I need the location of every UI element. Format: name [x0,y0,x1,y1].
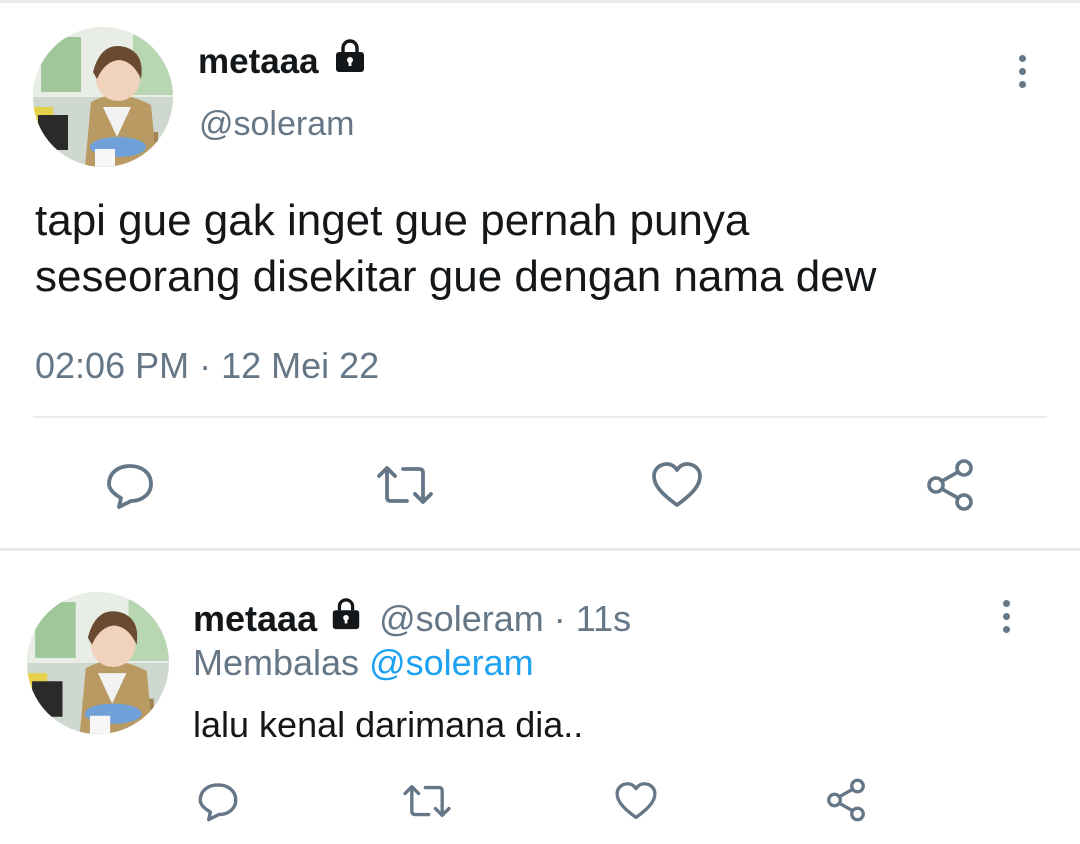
tweet-text-line-1: tapi gue gak inget gue pernah punya [35,196,750,245]
reply-text: lalu kenal darimana dia.. [193,704,584,745]
reply-share-button[interactable] [820,774,872,826]
avatar[interactable] [33,27,173,167]
retweet-button[interactable] [370,455,440,515]
top-divider [0,0,1080,3]
section-divider [0,548,1080,551]
handle[interactable]: @soleram [199,104,354,144]
retweet-icon [377,466,433,504]
reply-handle-time[interactable]: @soleram · 11s [379,598,631,639]
reply-display-name[interactable]: metaaa [193,598,317,639]
reply-header: metaaa @soleram · 11s [193,598,631,640]
tweet-timestamp[interactable]: 02:06 PM · 12 Mei 22 [35,345,379,387]
heart-icon [615,782,657,820]
replying-to: Membalas @soleram [193,642,534,684]
profile-photo [33,27,173,167]
share-button[interactable] [918,455,982,515]
display-name[interactable]: metaaa [198,39,368,83]
retweet-icon [403,784,451,818]
heart-icon [652,462,702,507]
tweet-text-line-2: seseorang disekitar gue dengan nama dew [35,252,877,301]
reply-profile-photo [27,592,169,734]
reply-more-vertical-icon[interactable] [996,600,1016,633]
reply-reply-button[interactable] [193,776,243,826]
reply-like-button[interactable] [610,776,662,826]
lock-icon [332,38,368,83]
more-vertical-icon[interactable] [1012,55,1032,88]
reply-button[interactable] [98,455,162,515]
share-icon [927,459,973,511]
comment-icon [107,464,153,509]
replying-prefix: Membalas [193,642,360,683]
display-name-text[interactable]: metaaa [198,42,319,81]
like-button[interactable] [645,455,709,515]
reply-retweet-button[interactable] [398,776,456,826]
replying-to-link[interactable]: @soleram [369,642,534,683]
share-icon [827,778,865,822]
action-divider [33,416,1047,418]
reply-avatar[interactable] [27,592,169,734]
lock-icon [329,597,363,640]
comment-icon [198,783,238,822]
